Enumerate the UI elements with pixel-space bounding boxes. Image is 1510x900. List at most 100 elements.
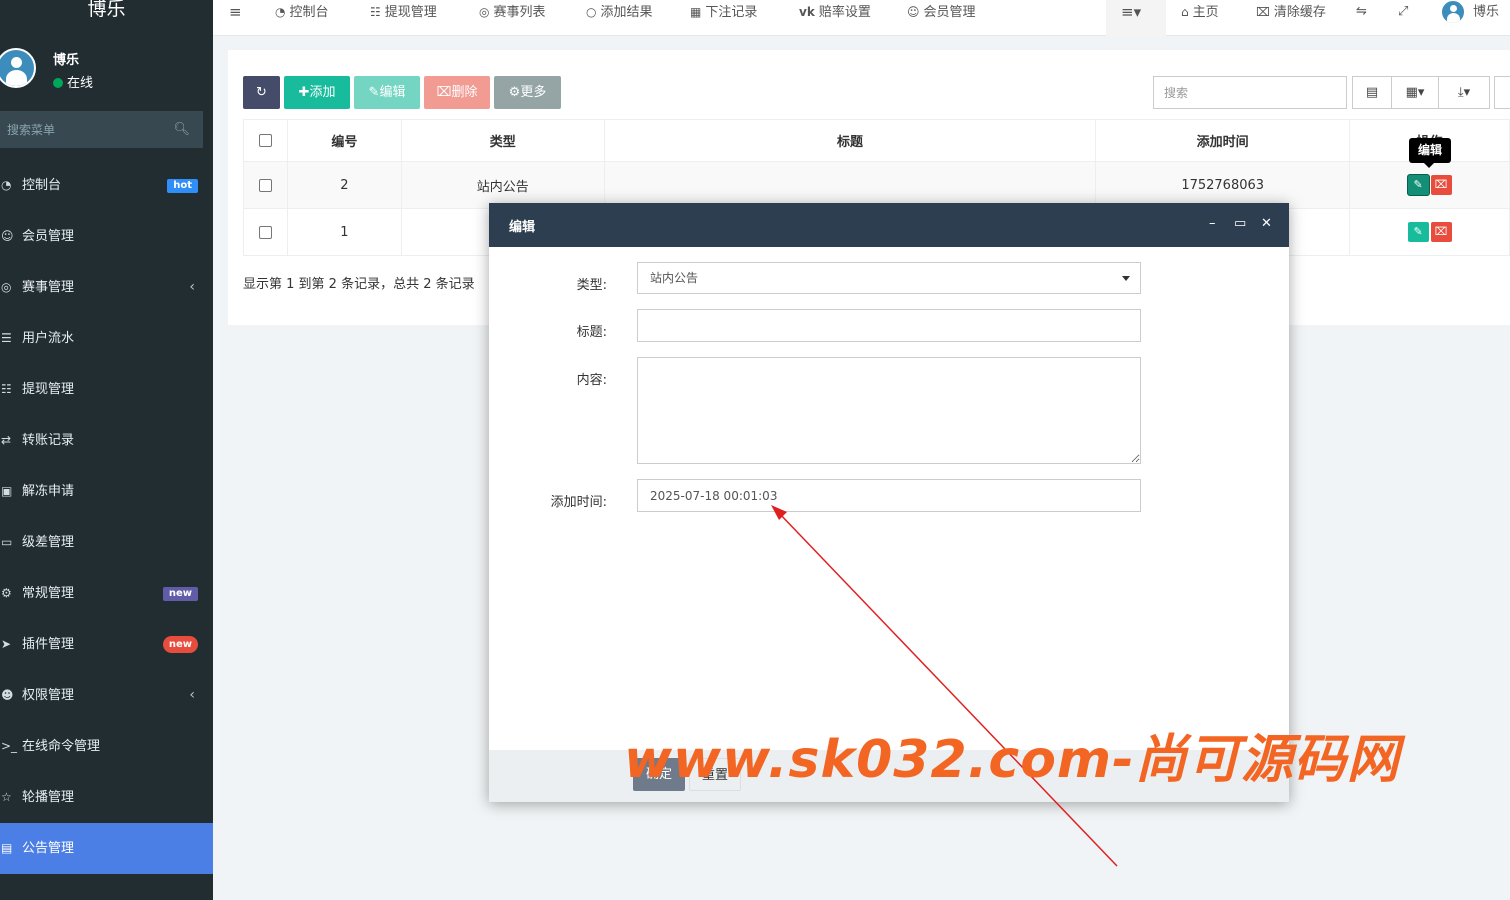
translate-icon[interactable]: ⇋	[1356, 0, 1367, 24]
title-input[interactable]	[637, 309, 1141, 342]
sidebar-item-levels[interactable]: ▭ 级差管理	[0, 517, 213, 568]
row-checkbox[interactable]	[258, 225, 272, 239]
edit-modal: 编辑 – ▭ ✕ 类型: 站内公告 标题: 内容: 添加时间: 确定 重置	[489, 203, 1289, 802]
group-icon: ☻	[1, 688, 14, 702]
search-icon[interactable]: 🔍︎	[173, 122, 190, 137]
column-header[interactable]: 标题	[603, 119, 1097, 162]
type-select[interactable]: 站内公告	[637, 262, 1141, 294]
close-icon[interactable]: ✕	[1261, 216, 1272, 231]
row-checkbox[interactable]	[258, 178, 272, 192]
plus-icon: ✚	[298, 85, 310, 100]
logo[interactable]: 博乐	[0, 0, 213, 24]
row-edit-button[interactable]: ✎	[1407, 175, 1429, 195]
nav-dropdown[interactable]: ≡▾	[1106, 0, 1166, 36]
list-icon: ☷	[1, 382, 12, 396]
trophy-icon: ☆	[1, 790, 12, 804]
maximize-icon[interactable]: ▭	[1234, 216, 1246, 231]
column-header[interactable]: 编号	[286, 119, 402, 162]
cell-id: 1	[286, 208, 402, 256]
export-button[interactable]: ⤓▾	[1438, 76, 1490, 109]
sidebar-item-flow[interactable]: ☰ 用户流水	[0, 313, 213, 364]
sidebar-item-commands[interactable]: >_ 在线命令管理	[0, 721, 213, 772]
gear-icon: ⚙	[508, 85, 521, 100]
select-all-checkbox[interactable]	[258, 134, 272, 147]
user-avatar	[1441, 0, 1465, 24]
sidebar-item-transfer[interactable]: ⇄ 转账记录	[0, 415, 213, 466]
topnav-withdraw[interactable]: ☷ 提现管理	[370, 0, 437, 24]
content-textarea[interactable]	[637, 357, 1141, 464]
title-label: 标题:	[576, 325, 607, 340]
sidebar-search-input[interactable]	[0, 111, 170, 148]
topnav-members[interactable]: ☺ 会员管理	[907, 0, 976, 24]
edit-button[interactable]: ✎编辑	[354, 76, 420, 109]
column-header[interactable]: 类型	[400, 119, 605, 162]
more-button[interactable]: ⚙更多	[494, 76, 561, 109]
sidebar-item-dashboard[interactable]: ◔ 控制台 hot	[0, 160, 213, 211]
topnav-odds[interactable]: vk 赔率设置	[799, 0, 871, 24]
delete-button[interactable]: ⌧删除	[424, 76, 490, 109]
row-delete-button[interactable]: ⌧	[1430, 175, 1452, 195]
cell-title	[603, 161, 1097, 209]
time-label: 添加时间:	[550, 495, 607, 510]
bars-icon: ☰	[1, 331, 12, 345]
cell-id: 2	[286, 161, 402, 209]
refresh-button[interactable]: ↻	[243, 76, 280, 109]
column-header[interactable]: 添加时间	[1095, 119, 1351, 162]
table-search-input[interactable]	[1153, 76, 1347, 109]
users-icon: ☺	[1, 229, 14, 243]
sidebar-menu: ◔ 控制台 hot ☺ 会员管理 ◎ 赛事管理 ‹ ☰ 用户流水 ☷ 提现管理 ⇄ 转账记录 ▣…	[0, 160, 213, 874]
fullscreen-icon[interactable]: ⤢	[1398, 0, 1408, 24]
life-ring-icon: ◎	[479, 5, 490, 19]
sidebar-item-members[interactable]: ☺ 会员管理	[0, 211, 213, 262]
topnav-add-result[interactable]: ○ 添加结果	[586, 0, 653, 24]
sidebar-item-notices[interactable]: ▤ 公告管理	[0, 823, 213, 874]
topnav-clear-cache[interactable]: ⌧ 清除缓存	[1256, 0, 1326, 24]
sidebar-item-carousel[interactable]: ☆ 轮播管理	[0, 772, 213, 823]
sidebar-item-withdraw[interactable]: ☷ 提现管理	[0, 364, 213, 415]
refresh-icon: ↻	[256, 85, 267, 100]
edit-tooltip: 编辑	[1409, 138, 1451, 168]
search-toggle-button[interactable]	[1494, 76, 1510, 109]
sidebar-item-plugins[interactable]: ➤ 插件管理 new	[0, 619, 213, 670]
topnav-events[interactable]: ◎ 赛事列表	[479, 0, 546, 24]
add-button[interactable]: ✚添加	[284, 76, 350, 109]
new-badge: new	[162, 636, 198, 653]
watermark: www.sk032.com-尚可源码网	[624, 730, 1400, 790]
sidebar-item-permissions[interactable]: ☻ 权限管理 ‹	[0, 670, 213, 721]
grid-icon: ▦▾	[1405, 85, 1425, 100]
vk-icon: vk	[799, 5, 815, 19]
exchange-icon: ⇄	[1, 433, 12, 447]
trash-icon: ⌧	[1256, 5, 1270, 19]
modal-header[interactable]: 编辑 – ▭ ✕	[489, 203, 1289, 247]
image-icon: ▣	[1, 484, 13, 498]
menu-toggle-icon[interactable]: ≡	[229, 0, 242, 24]
circle-icon: ○	[586, 5, 597, 19]
cell-actions: ✎ ⌧	[1349, 208, 1510, 256]
topnav-dashboard[interactable]: ◔ 控制台	[275, 0, 329, 24]
columns-button[interactable]: ▦▾	[1391, 76, 1439, 109]
users-icon: ☺	[907, 5, 920, 19]
row-delete-button[interactable]: ⌧	[1430, 222, 1452, 242]
sidebar-search: 🔍︎	[0, 111, 203, 148]
minimize-icon[interactable]: –	[1209, 216, 1216, 231]
sidebar-item-general[interactable]: ⚙ 常规管理 new	[0, 568, 213, 619]
toggle-view-button[interactable]: ▤	[1352, 76, 1392, 109]
chevron-left-icon: ‹	[189, 279, 195, 295]
sidebar-item-events[interactable]: ◎ 赛事管理 ‹	[0, 262, 213, 313]
cell-time: 1752768063	[1095, 161, 1351, 209]
row-edit-button[interactable]: ✎	[1407, 222, 1429, 242]
window-icon: ▭	[1, 535, 13, 549]
caret-down-icon	[1122, 276, 1130, 281]
user-avatar	[0, 48, 36, 88]
topnav-user[interactable]: 博乐	[1441, 0, 1499, 24]
sidebar-item-unfreeze[interactable]: ▣ 解冻申请	[0, 466, 213, 517]
cogs-icon: ⚙	[1, 586, 12, 600]
pagination-info: 显示第 1 到第 2 条记录，总共 2 条记录	[243, 277, 475, 292]
topnav-bets[interactable]: ▦ 下注记录	[690, 0, 757, 24]
home-icon: ⌂	[1181, 5, 1189, 19]
time-input[interactable]	[637, 479, 1141, 512]
download-icon: ⤓▾	[1457, 85, 1471, 100]
topnav-home[interactable]: ⌂ 主页	[1181, 0, 1219, 24]
bars-dropdown-icon: ≡▾	[1121, 3, 1142, 21]
calendar-icon: ▦	[690, 5, 702, 19]
